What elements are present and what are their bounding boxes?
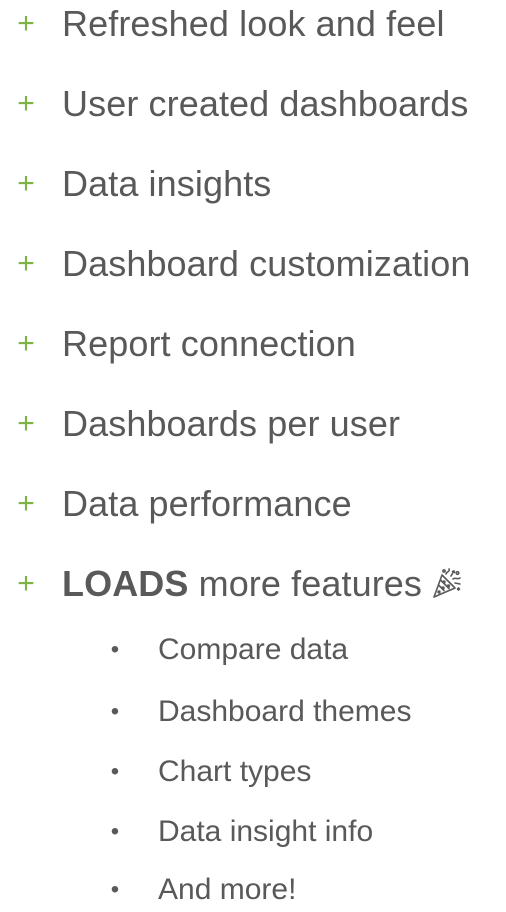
feature-text-bold: LOADS: [62, 563, 189, 604]
sub-feature-text: Chart types: [158, 755, 312, 788]
feature-text: Refreshed look and feel: [62, 3, 445, 44]
bullet-icon: •: [110, 876, 120, 903]
feature-text: Report connection: [62, 323, 356, 364]
plus-icon: +: [17, 7, 35, 40]
plus-icon: +: [17, 407, 35, 440]
bullet-icon: •: [110, 636, 120, 663]
feature-text: Dashboard customization: [62, 243, 471, 284]
bullet-icon: •: [110, 818, 120, 845]
sub-feature-text: Compare data: [158, 633, 349, 666]
feature-text: Dashboards per user: [62, 403, 401, 444]
plus-icon: +: [17, 247, 35, 280]
feature-text: User created dashboards: [62, 83, 469, 124]
feature-text: Data performance: [62, 483, 352, 524]
feature-text: Data insights: [62, 163, 272, 204]
bullet-icon: •: [110, 758, 120, 785]
sub-feature-text: Data insight info: [158, 815, 374, 848]
plus-icon: +: [17, 167, 35, 200]
plus-icon: +: [17, 327, 35, 360]
feature-text: LOADS more features: [62, 554, 464, 614]
plus-icon: +: [17, 567, 35, 600]
feature-text-rest: more features: [188, 563, 423, 604]
plus-icon: +: [17, 87, 35, 120]
party-popper-icon: [433, 568, 461, 598]
plus-icon: +: [17, 487, 35, 520]
sub-feature-text: Dashboard themes: [158, 695, 412, 728]
bullet-icon: •: [110, 698, 120, 725]
sub-feature-text: And more!: [158, 873, 297, 906]
